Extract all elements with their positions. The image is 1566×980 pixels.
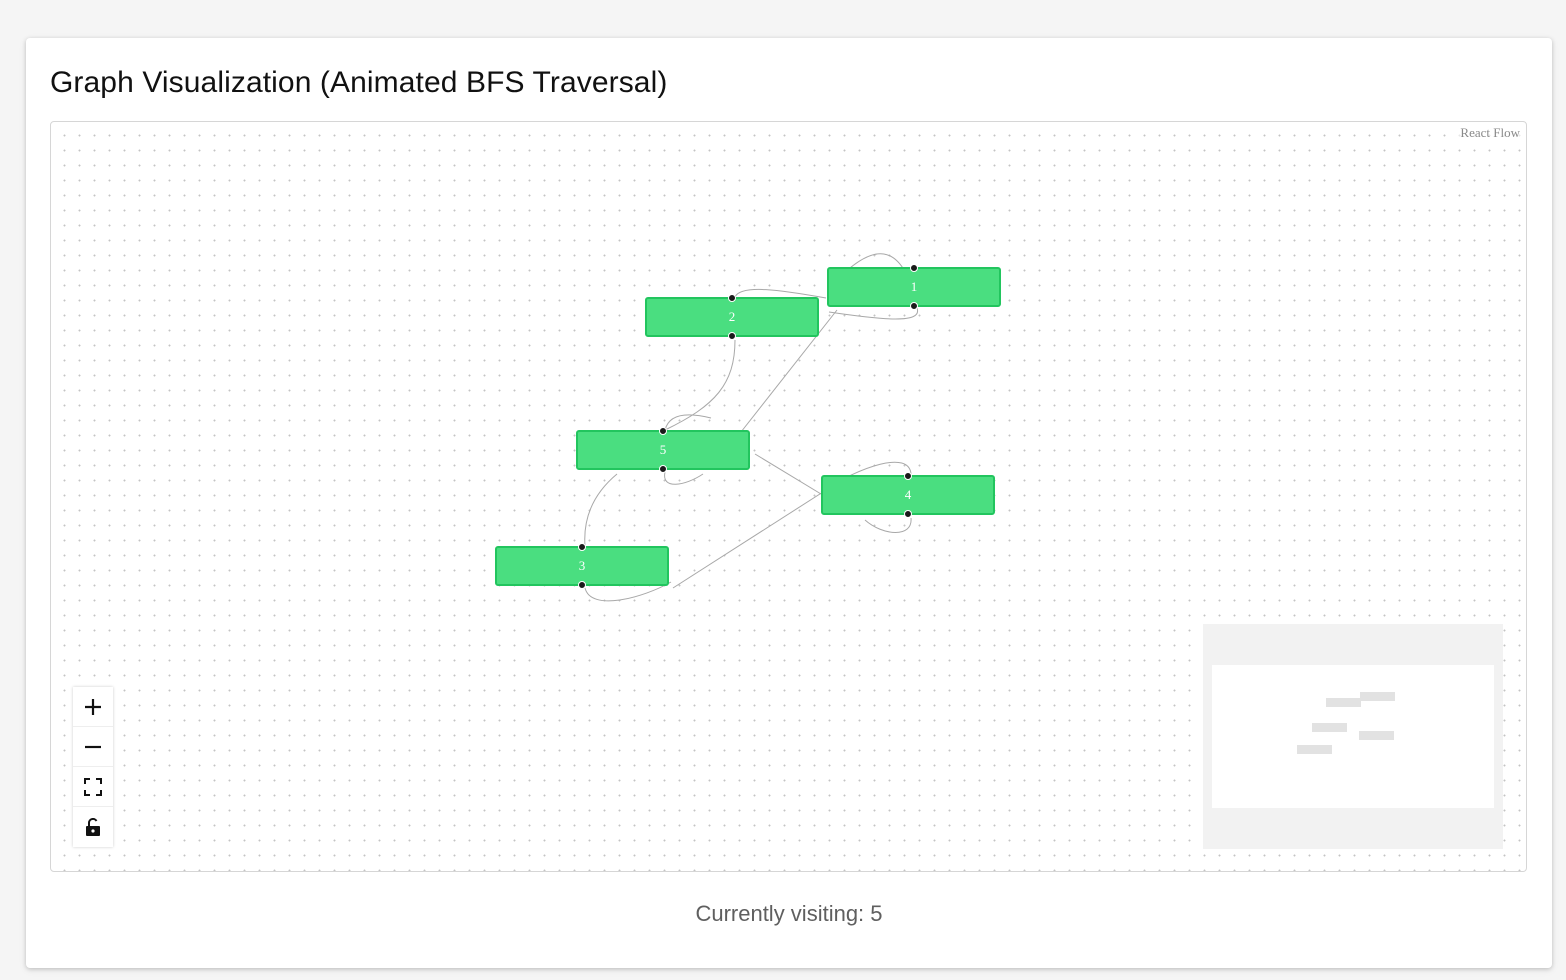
graph-edge [584,473,618,547]
minimap-node [1359,731,1394,740]
fit-view-icon [84,777,102,796]
graph-node-2[interactable]: 2 [645,294,819,340]
minimap-node [1360,692,1395,701]
graph-edge [828,307,919,320]
node-handle-target[interactable] [578,543,586,551]
graph-card: Graph Visualization (Animated BFS Traver… [26,38,1552,968]
graph-edge [672,491,824,589]
graph-edge [754,453,822,495]
minimap[interactable] [1203,624,1503,849]
node-handle-source[interactable] [578,581,586,589]
graph-node-4[interactable]: 4 [821,472,995,518]
minimap-node [1312,723,1347,732]
node-handle-target[interactable] [659,427,667,435]
page-title: Graph Visualization (Animated BFS Traver… [50,66,668,99]
flow-controls [73,687,113,847]
minus-icon [85,745,101,748]
graph-edge [864,517,912,533]
node-handle-source[interactable] [728,332,736,340]
node-handle-source[interactable] [904,510,912,518]
node-label: 4 [904,487,912,502]
node-label: 1 [910,279,918,294]
status-text: Currently visiting: 5 [26,901,1552,927]
flow-canvas[interactable]: React Flow 1 2 5 4 3 [50,121,1527,872]
node-handle-target[interactable] [728,294,736,302]
node-handle-target[interactable] [904,472,912,480]
status-prefix: Currently visiting: [695,901,871,926]
graph-edge [664,471,704,485]
node-handle-target[interactable] [910,264,918,272]
plus-icon [85,698,101,715]
node-handle-source[interactable] [659,465,667,473]
minimap-node [1297,745,1332,754]
toggle-interactivity-button[interactable] [73,807,113,847]
graph-node-3[interactable]: 3 [495,543,669,589]
minimap-node [1326,698,1361,707]
node-label: 2 [728,309,736,324]
node-handle-source[interactable] [910,302,918,310]
graph-node-5[interactable]: 5 [576,427,750,473]
fit-view-button[interactable] [73,767,113,807]
node-label: 3 [578,558,586,573]
graph-node-1[interactable]: 1 [827,264,1001,310]
unlock-icon [86,818,100,836]
node-label: 5 [659,442,667,457]
graph-edge [664,339,736,431]
current-node-value: 5 [870,901,883,926]
zoom-in-button[interactable] [73,687,113,727]
zoom-out-button[interactable] [73,727,113,767]
minimap-viewport [1212,665,1494,808]
